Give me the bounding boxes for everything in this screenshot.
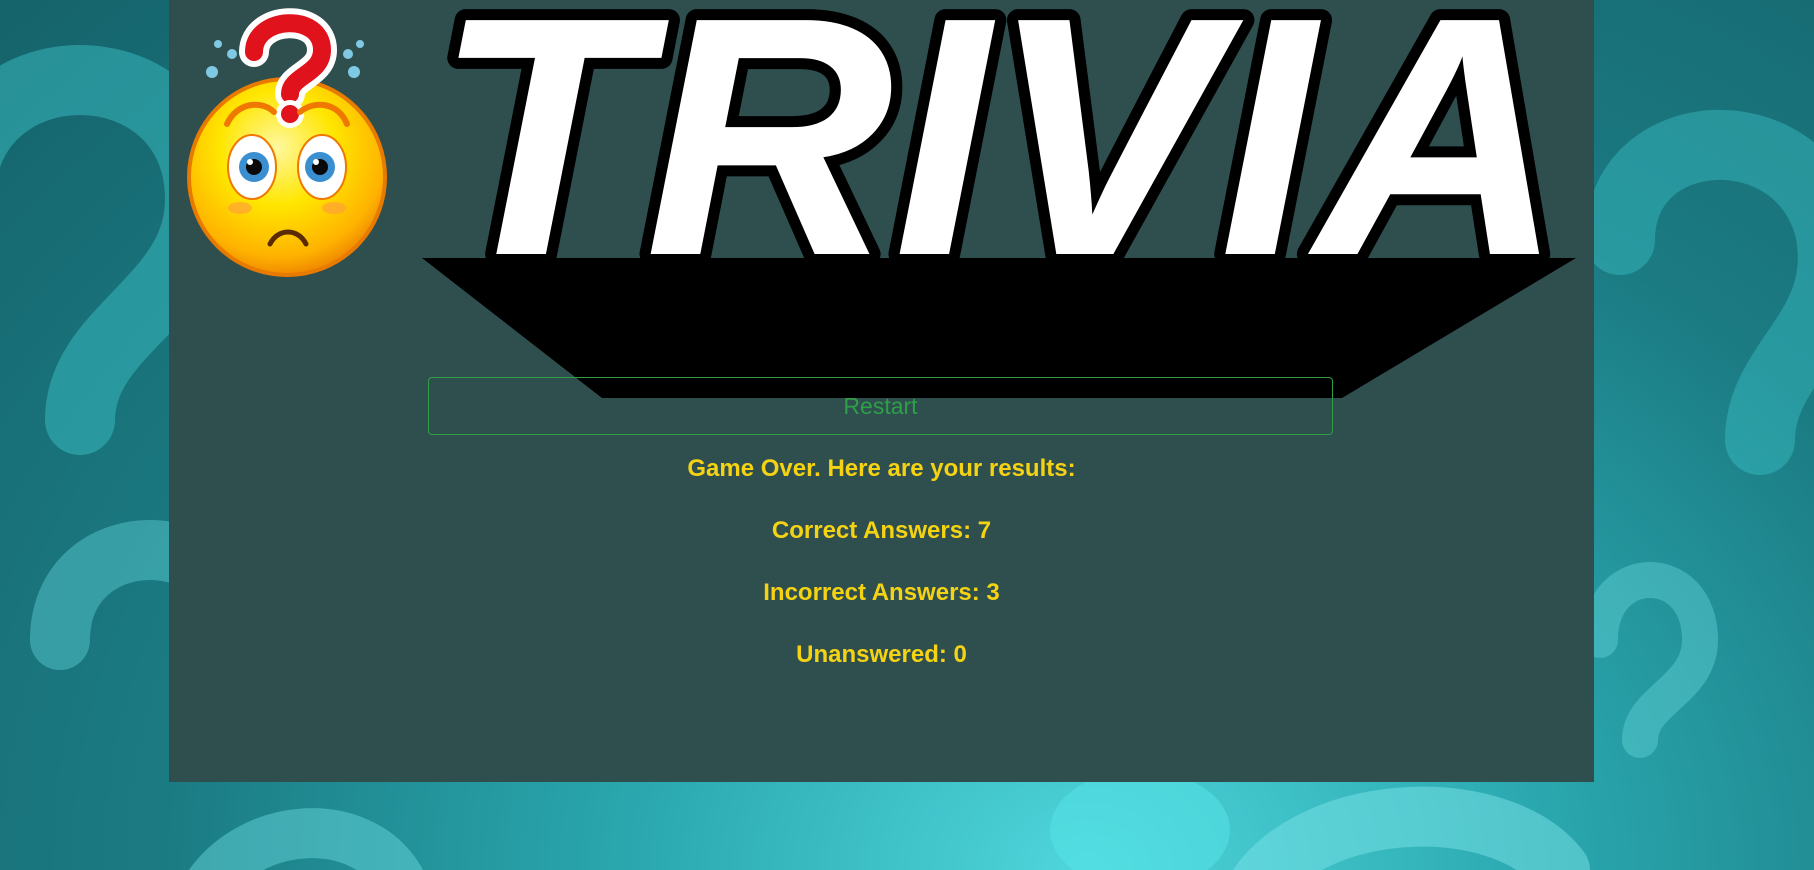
results-heading: Game Over. Here are your results: [687,455,1076,482]
unanswered-count: Unanswered: 0 [796,641,967,668]
confused-face-question-icon [187,8,387,277]
trivia-logo: TRIVIA TRIVIA [422,0,1576,398]
correct-answers: Correct Answers: 7 [771,517,992,544]
restart-button[interactable]: Restart [428,377,1333,435]
trivia-logo-text: TRIVIA [434,0,1564,327]
incorrect-answers: Incorrect Answers: 3 [763,579,1000,606]
